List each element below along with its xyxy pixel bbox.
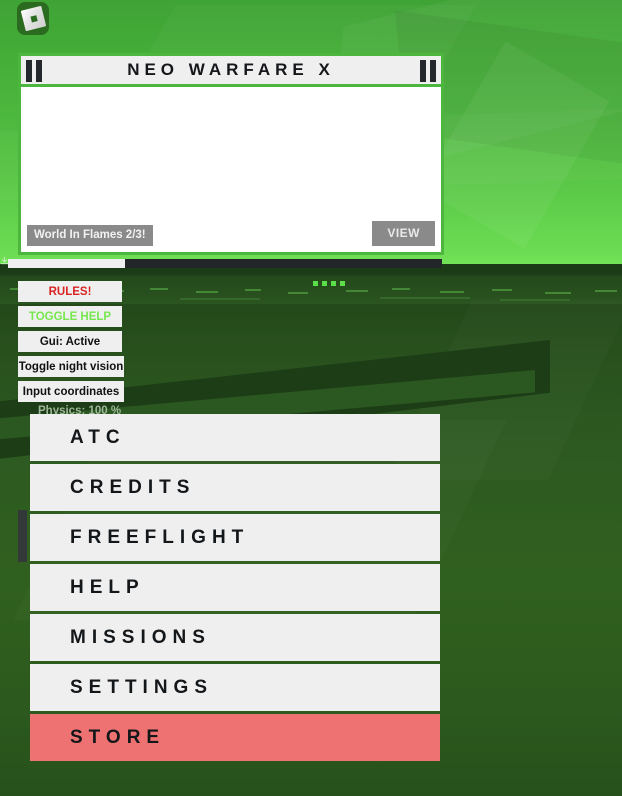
notice-tag-label: World In Flames 2/3! <box>27 225 153 246</box>
notice-title-bar: NEO WARFARE X <box>18 53 444 87</box>
runway-marking <box>180 298 260 300</box>
rules-button[interactable]: RULES! <box>18 281 122 302</box>
menu-item-label: CREDITS <box>70 476 196 498</box>
menu-item-atc[interactable]: ATC <box>30 414 440 461</box>
toggle-help-button[interactable]: TOGGLE HELP <box>18 306 122 327</box>
pause-bars-icon <box>26 60 42 82</box>
runway-marking <box>196 291 218 293</box>
menu-scrollbar-thumb[interactable] <box>18 510 27 562</box>
runway-marking <box>346 290 368 292</box>
view-button[interactable]: VIEW <box>372 221 435 246</box>
runway-marking <box>440 291 464 293</box>
loading-progress-fill <box>8 259 126 268</box>
main-menu: ATC CREDITS FREEFLIGHT HELP MISSIONS SET… <box>30 414 440 764</box>
distant-lights <box>313 281 345 286</box>
menu-item-label: SETTINGS <box>70 676 214 698</box>
roblox-logo-icon[interactable] <box>17 2 49 35</box>
menu-item-freeflight[interactable]: FREEFLIGHT <box>30 514 440 561</box>
toggle-night-vision-button[interactable]: Toggle night vision <box>18 356 124 377</box>
menu-item-label: STORE <box>70 726 166 748</box>
menu-item-help[interactable]: HELP <box>30 564 440 611</box>
runway-marking <box>380 297 470 299</box>
roblox-tile-hole <box>29 14 37 23</box>
notice-title: NEO WARFARE X <box>127 60 335 79</box>
runway-marking <box>288 292 308 294</box>
menu-scrollbar-track[interactable] <box>18 414 27 774</box>
runway-marking <box>392 288 410 290</box>
runway-marking <box>595 290 617 292</box>
menu-item-label: MISSIONS <box>70 626 211 648</box>
menu-item-label: ATC <box>70 426 126 448</box>
input-coordinates-button[interactable]: Input coordinates <box>18 381 124 402</box>
menu-item-label: FREEFLIGHT <box>70 526 250 548</box>
tool-button-stack: RULES! TOGGLE HELP Gui: Active Toggle ni… <box>18 281 124 406</box>
runway-marking <box>492 289 512 291</box>
loading-progress-bar <box>8 259 442 268</box>
notice-panel: NEO WARFARE X World In Flames 2/3! VIEW <box>18 53 444 258</box>
notice-body: World In Flames 2/3! VIEW <box>18 87 444 255</box>
menu-item-label: HELP <box>70 576 145 598</box>
menu-item-missions[interactable]: MISSIONS <box>30 614 440 661</box>
gui-state-button[interactable]: Gui: Active <box>18 331 122 352</box>
menu-item-settings[interactable]: SETTINGS <box>30 664 440 711</box>
runway-marking <box>545 292 571 294</box>
menu-item-store[interactable]: STORE <box>30 714 440 761</box>
runway-marking <box>150 288 168 290</box>
roblox-tile <box>20 5 46 32</box>
menu-item-credits[interactable]: CREDITS <box>30 464 440 511</box>
pause-bars-icon <box>420 60 436 82</box>
runway-marking <box>245 289 261 291</box>
